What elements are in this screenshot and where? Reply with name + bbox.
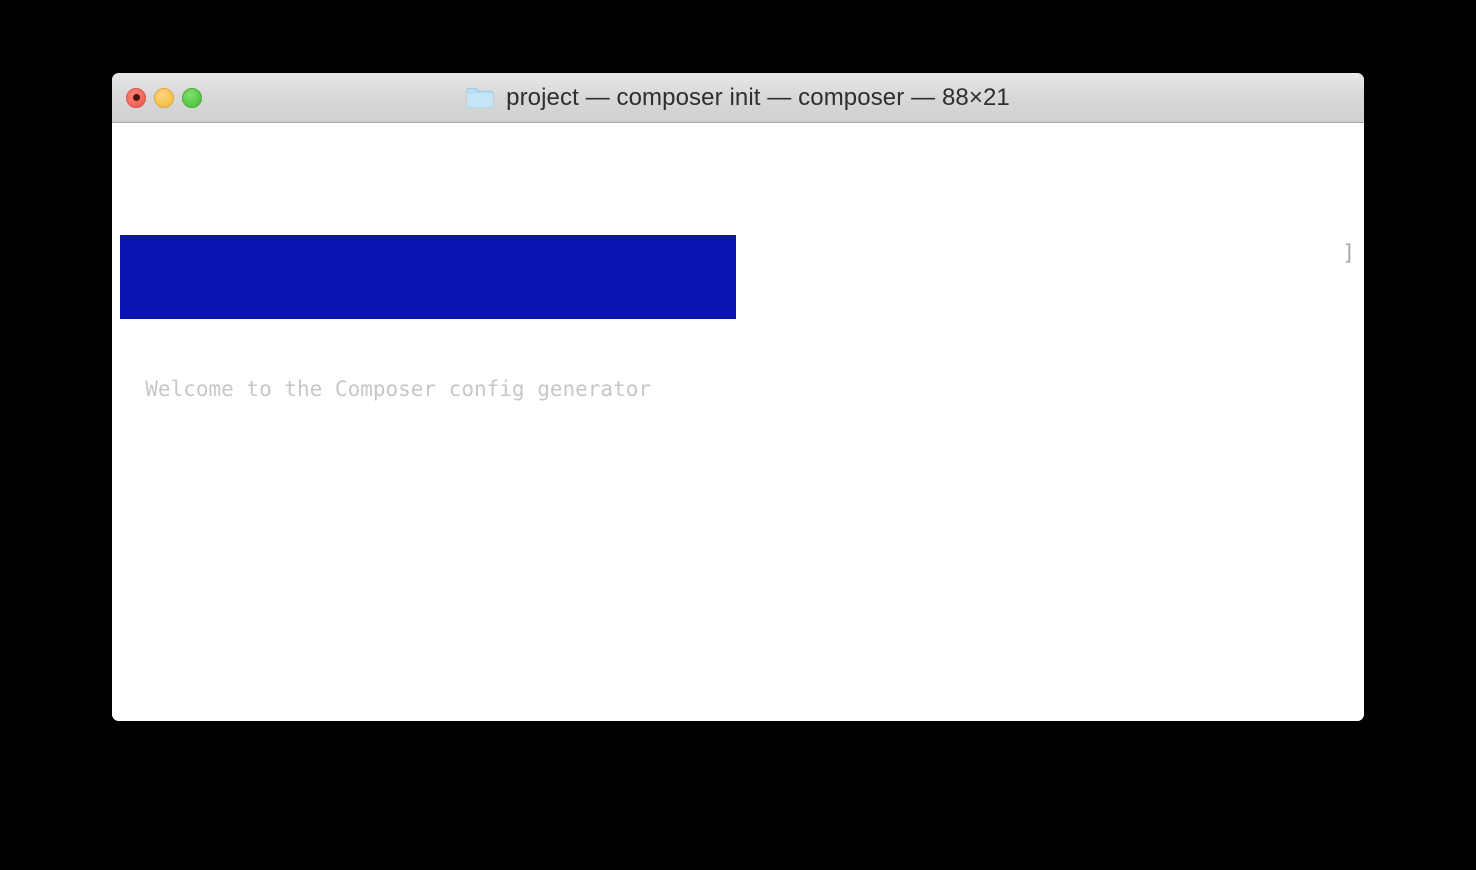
- welcome-banner: Welcome to the Composer config generator: [120, 235, 736, 401]
- folder-icon: [466, 87, 494, 109]
- prompt-mark-right: ]: [1342, 241, 1355, 265]
- zoom-button[interactable]: [182, 87, 202, 108]
- welcome-banner-text: Welcome to the Composer config generator: [120, 377, 753, 401]
- window-title: project — composer init — composer — 88×…: [466, 84, 1010, 112]
- welcome-banner-blank-top: [120, 291, 736, 319]
- close-button[interactable]: [126, 87, 146, 108]
- window-controls[interactable]: [126, 73, 202, 122]
- terminal-line-banner-spacer-2: [120, 631, 1356, 659]
- terminal-screen[interactable]: [danielplatt@MacBook-Pro project % compo…: [112, 127, 1364, 721]
- welcome-banner-blank-bottom: [120, 459, 736, 487]
- terminal-line-banner-spacer-1: [120, 547, 1356, 575]
- title-bar[interactable]: project — composer init — composer — 88×…: [112, 73, 1364, 123]
- terminal-window[interactable]: project — composer init — composer — 88×…: [112, 73, 1364, 721]
- terminal-line-banner-spacer-3: [120, 715, 1356, 721]
- window-title-text: project — composer init — composer — 88×…: [506, 83, 1010, 111]
- minimize-button[interactable]: [154, 87, 174, 108]
- terminal-body[interactable]: [danielplatt@MacBook-Pro project % compo…: [112, 123, 1364, 721]
